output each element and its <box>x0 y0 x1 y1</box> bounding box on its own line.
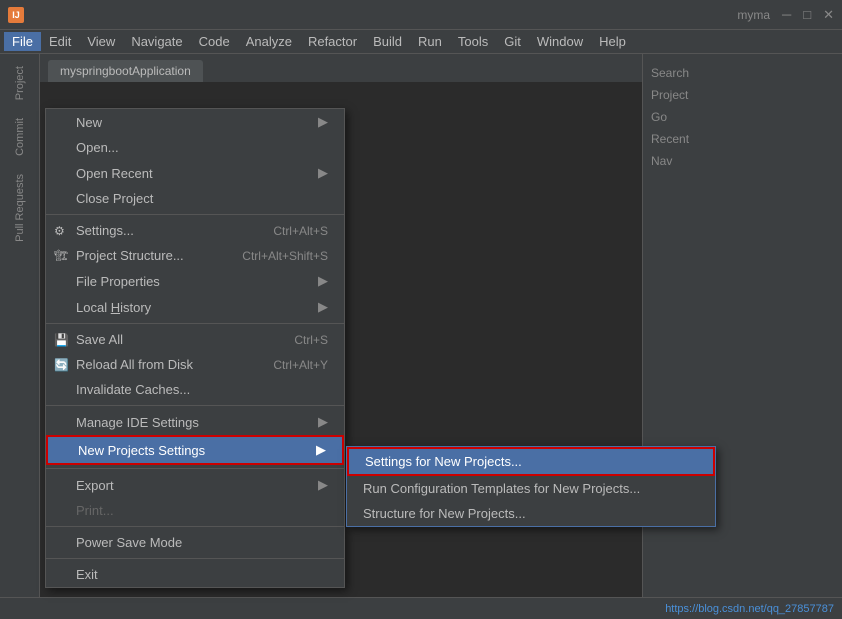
menu-item-new[interactable]: New ▶ <box>46 109 344 135</box>
export-arrow-icon: ▶ <box>318 477 328 493</box>
menu-analyze[interactable]: Analyze <box>238 32 300 51</box>
menu-build[interactable]: Build <box>365 32 410 51</box>
menu-window[interactable]: Window <box>529 32 591 51</box>
close-button[interactable]: ✕ <box>823 7 834 23</box>
new-arrow-icon: ▶ <box>318 114 328 130</box>
minimize-button[interactable]: ─ <box>782 7 791 23</box>
menu-help[interactable]: Help <box>591 32 634 51</box>
menu-item-power-save[interactable]: Power Save Mode <box>46 530 344 555</box>
separator-1 <box>46 214 344 215</box>
menu-navigate[interactable]: Navigate <box>123 32 190 51</box>
menu-item-open[interactable]: Open... <box>46 135 344 160</box>
menu-item-local-history[interactable]: Local History ▶ <box>46 294 344 320</box>
new-projects-arrow-icon: ▶ <box>316 442 326 458</box>
save-icon: 💾 <box>54 333 69 347</box>
submenu-structure-new-projects[interactable]: Structure for New Projects... <box>347 501 715 526</box>
tab-bar: myspringbootApplication <box>40 54 642 82</box>
file-menu-dropdown: New ▶ Open... Open Recent ▶ Close Projec… <box>45 108 345 588</box>
open-recent-arrow-icon: ▶ <box>318 165 328 181</box>
file-props-arrow-icon: ▶ <box>318 273 328 289</box>
menu-item-open-recent[interactable]: Open Recent ▶ <box>46 160 344 186</box>
local-history-arrow-icon: ▶ <box>318 299 328 315</box>
separator-2 <box>46 323 344 324</box>
menu-item-manage-ide[interactable]: Manage IDE Settings ▶ <box>46 409 344 435</box>
menu-git[interactable]: Git <box>496 32 529 51</box>
menu-run[interactable]: Run <box>410 32 450 51</box>
menu-item-file-properties[interactable]: File Properties ▶ <box>46 268 344 294</box>
menu-tools[interactable]: Tools <box>450 32 496 51</box>
menu-item-export[interactable]: Export ▶ <box>46 472 344 498</box>
reload-icon: 🔄 <box>54 358 69 372</box>
main-area: Project Commit Pull Requests myspringboo… <box>0 54 842 619</box>
dropdown-overlay: New ▶ Open... Open Recent ▶ Close Projec… <box>0 108 842 619</box>
project-structure-icon: 🏗 <box>54 249 68 262</box>
separator-5 <box>46 526 344 527</box>
menu-item-invalidate-caches[interactable]: Invalidate Caches... <box>46 377 344 402</box>
menu-view[interactable]: View <box>79 32 123 51</box>
menu-code[interactable]: Code <box>191 32 238 51</box>
user-label: myma <box>737 8 770 22</box>
editor-tab[interactable]: myspringbootApplication <box>48 60 203 82</box>
right-panel-project[interactable]: Project <box>651 84 834 106</box>
menu-item-close-project[interactable]: Close Project <box>46 186 344 211</box>
menu-edit[interactable]: Edit <box>41 32 79 51</box>
app-icon: IJ <box>8 7 24 23</box>
submenu-settings-for-new-projects[interactable]: Settings for New Projects... <box>347 447 715 476</box>
maximize-button[interactable]: □ <box>803 7 811 23</box>
manage-ide-arrow-icon: ▶ <box>318 414 328 430</box>
right-panel-search[interactable]: Search <box>651 62 834 84</box>
menu-bar: File Edit View Navigate Code Analyze Ref… <box>0 30 842 54</box>
menu-item-settings[interactable]: ⚙ Settings... Ctrl+Alt+S <box>46 218 344 243</box>
menu-item-new-projects-settings[interactable]: New Projects Settings ▶ <box>46 435 344 465</box>
settings-icon: ⚙ <box>54 224 65 238</box>
menu-file[interactable]: File <box>4 32 41 51</box>
separator-6 <box>46 558 344 559</box>
menu-refactor[interactable]: Refactor <box>300 32 365 51</box>
separator-3 <box>46 405 344 406</box>
menu-item-exit[interactable]: Exit <box>46 562 344 587</box>
menu-item-reload[interactable]: 🔄 Reload All from Disk Ctrl+Alt+Y <box>46 352 344 377</box>
submenu-run-config-templates[interactable]: Run Configuration Templates for New Proj… <box>347 476 715 501</box>
separator-4 <box>46 468 344 469</box>
menu-item-project-structure[interactable]: 🏗 Project Structure... Ctrl+Alt+Shift+S <box>46 243 344 268</box>
new-projects-submenu: Settings for New Projects... Run Configu… <box>346 446 716 527</box>
sidebar-tab-project[interactable]: Project <box>10 58 30 108</box>
title-bar: IJ myma ─ □ ✕ <box>0 0 842 30</box>
menu-item-print: Print... <box>46 498 344 523</box>
menu-item-save-all[interactable]: 💾 Save All Ctrl+S <box>46 327 344 352</box>
